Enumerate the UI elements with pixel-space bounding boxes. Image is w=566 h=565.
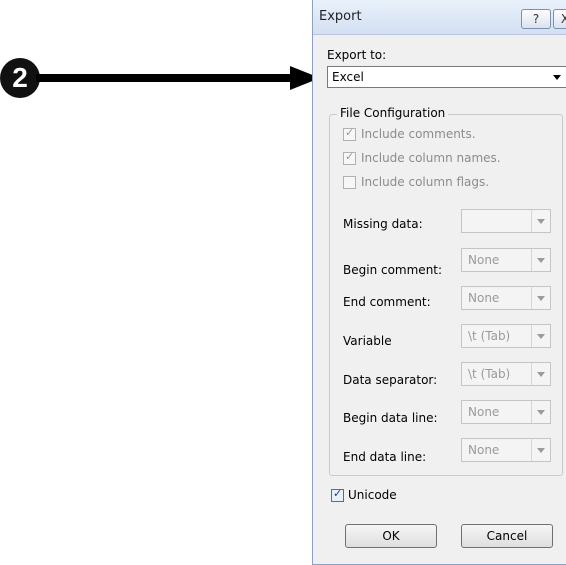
chevron-down-icon [531, 210, 550, 232]
export-to-label: Export to: [327, 48, 387, 62]
cancel-button[interactable]: Cancel [461, 524, 553, 548]
end-comment-select[interactable]: None [461, 286, 551, 310]
callout-number-badge: 2 [0, 58, 40, 98]
begin-comment-label: Begin comment: [343, 263, 443, 277]
begin-comment-value: None [468, 253, 500, 267]
begin-data-line-label: Begin data line: [343, 411, 438, 425]
export-to-select[interactable]: Excel [327, 66, 566, 88]
end-comment-label: End comment: [343, 295, 431, 309]
unicode-checkbox[interactable] [331, 487, 344, 502]
variable-label: Variable [343, 334, 392, 348]
chevron-down-icon [531, 325, 550, 347]
ok-button[interactable]: OK [345, 524, 437, 548]
begin-comment-select[interactable]: None [461, 248, 551, 272]
export-to-value: Excel [332, 70, 364, 84]
variable-value: \t (Tab) [468, 329, 511, 343]
include-comments-label: Include comments. [361, 127, 476, 141]
include-column-names-checkbox[interactable] [343, 150, 356, 165]
chevron-down-icon [531, 249, 550, 271]
file-configuration-title: File Configuration [337, 106, 449, 120]
missing-data-select[interactable] [461, 209, 551, 233]
end-data-line-value: None [468, 443, 500, 457]
export-dialog: Export ? X Export to: Excel File Configu… [312, 0, 566, 565]
chevron-down-icon [531, 401, 550, 423]
data-separator-value: \t (Tab) [468, 367, 511, 381]
help-button[interactable]: ? [521, 9, 551, 29]
dialog-titlebar[interactable]: Export ? X [313, 0, 566, 35]
include-comments-checkbox[interactable] [343, 126, 356, 141]
include-column-flags-label: Include column flags. [361, 175, 490, 189]
begin-data-line-value: None [468, 405, 500, 419]
chevron-down-icon [531, 439, 550, 461]
chevron-down-icon [531, 287, 550, 309]
begin-data-line-select[interactable]: None [461, 400, 551, 424]
callout-arrow-line [36, 74, 294, 82]
include-column-names-label: Include column names. [361, 151, 501, 165]
data-separator-label: Data separator: [343, 373, 438, 387]
missing-data-label: Missing data: [343, 217, 423, 231]
dialog-title: Export [319, 9, 362, 24]
data-separator-select[interactable]: \t (Tab) [461, 362, 551, 386]
include-column-flags-checkbox[interactable] [343, 176, 356, 189]
end-comment-value: None [468, 291, 500, 305]
variable-select[interactable]: \t (Tab) [461, 324, 551, 348]
chevron-down-icon [548, 67, 566, 87]
chevron-down-icon [531, 363, 550, 385]
end-data-line-label: End data line: [343, 450, 427, 464]
close-button[interactable]: X [553, 9, 566, 29]
end-data-line-select[interactable]: None [461, 438, 551, 462]
unicode-label: Unicode [348, 488, 397, 502]
